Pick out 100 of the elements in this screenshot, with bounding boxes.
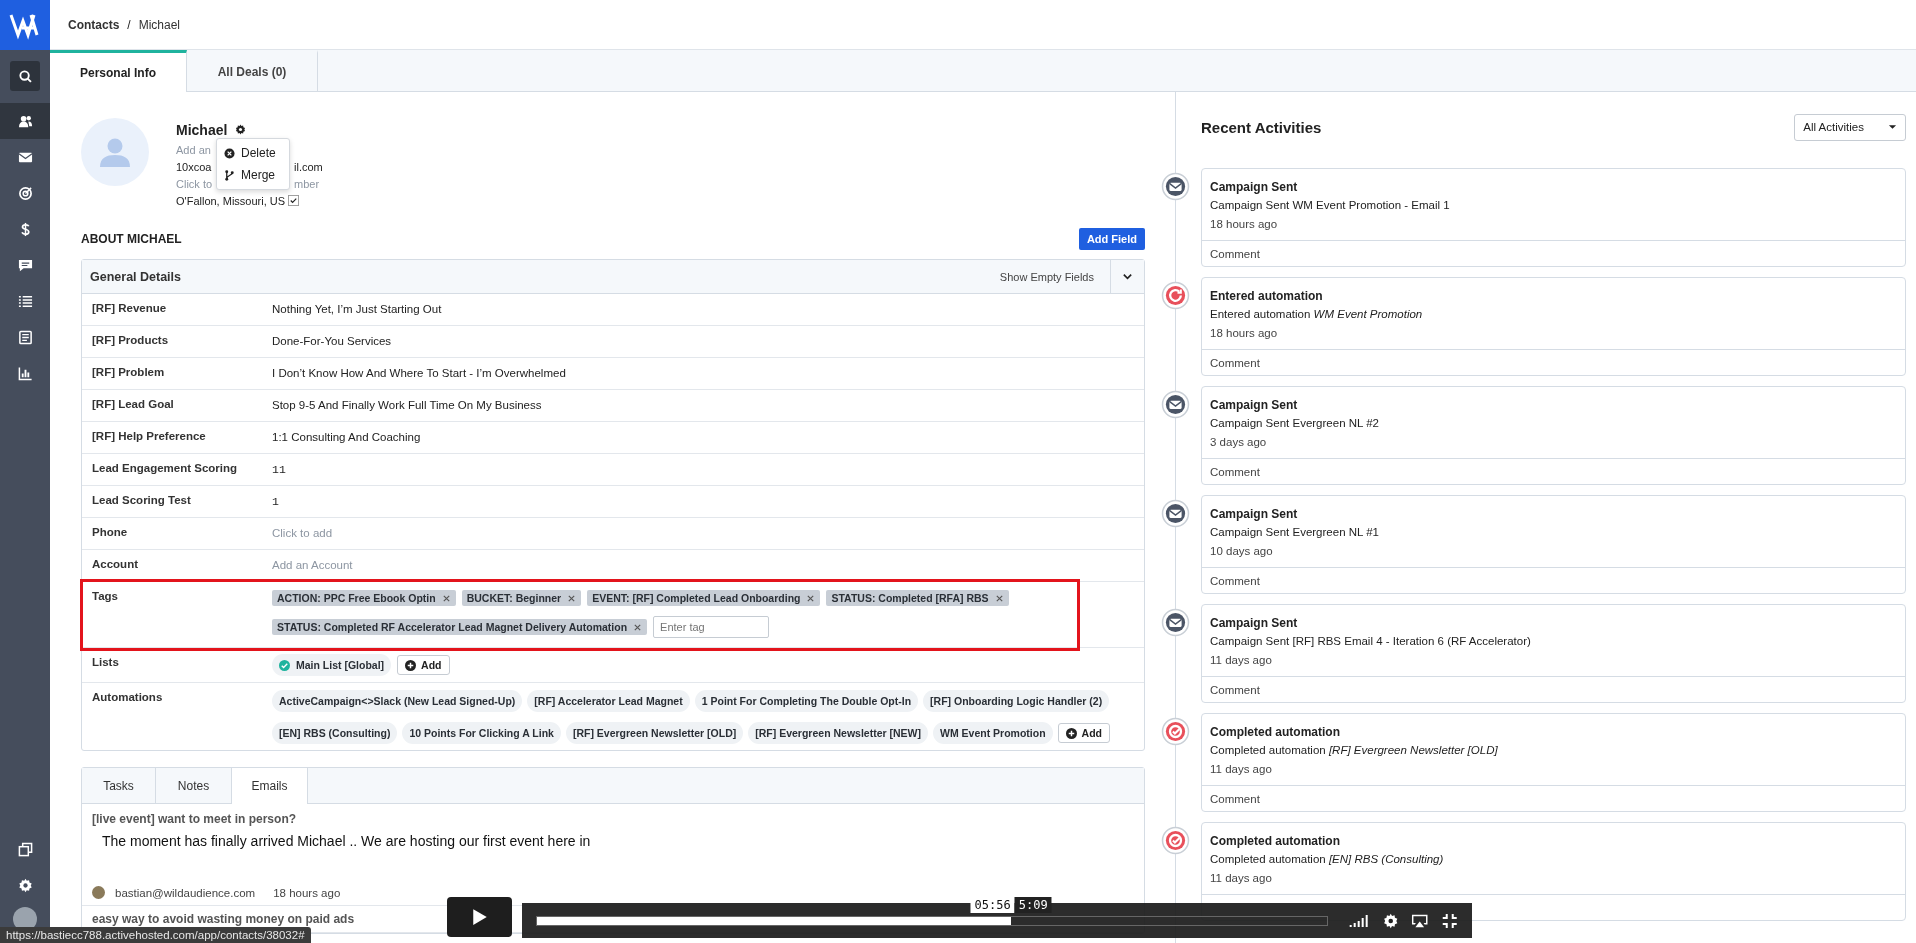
- exit-fullscreen-icon[interactable]: [1440, 912, 1458, 929]
- section-heading: ABOUT MICHAEL: [81, 232, 182, 246]
- comment-link[interactable]: Comment: [1210, 574, 1260, 587]
- comment-link[interactable]: Comment: [1210, 792, 1260, 805]
- automation-chip: WM Event Promotion: [933, 722, 1053, 744]
- remove-icon[interactable]: [994, 593, 1004, 603]
- tab[interactable]: Personal Info: [50, 50, 187, 92]
- windows-icon: [17, 841, 33, 857]
- airplay-icon[interactable]: [1411, 912, 1429, 929]
- chevron-down-icon: [1122, 271, 1133, 282]
- field-label: [RF] Lead Goal: [91, 397, 175, 412]
- activity-text: Campaign Sent [RF] RBS Email 4 - Iteration 6 (RF Accelerator): [1209, 634, 1532, 649]
- activity-title: Campaign Sent: [1209, 179, 1299, 196]
- timestamp: 18 hours ago: [1209, 326, 1279, 341]
- tag-label: ACTION: PPC Free Ebook Optin: [277, 592, 436, 604]
- field-value: 11: [272, 463, 286, 476]
- automation-done-icon: [1161, 717, 1190, 746]
- breadcrumb-link[interactable]: Contacts: [68, 17, 120, 32]
- contacts-icon: [17, 113, 33, 129]
- email-icon: [1161, 172, 1190, 201]
- menu-item[interactable]: Merge: [217, 164, 289, 186]
- remove-icon[interactable]: [806, 593, 816, 603]
- email-body: The moment has finally arrived Michael .. We are hosting our first event here in: [101, 832, 592, 851]
- refresh-icon: [1161, 281, 1190, 310]
- delete-icon: [224, 147, 235, 159]
- field-label: Tags: [91, 589, 119, 604]
- email-text: il.com: [294, 160, 323, 173]
- add-button[interactable]: Add: [397, 655, 450, 675]
- author-email: bastian@wildaudience.com: [115, 886, 256, 899]
- remove-icon[interactable]: [633, 622, 643, 632]
- tab[interactable]: Tasks: [82, 768, 156, 803]
- sidebar-contacts-button[interactable]: [0, 103, 50, 139]
- email-text: 10xcoa: [176, 160, 213, 173]
- remove-icon[interactable]: [567, 593, 577, 603]
- menu-item[interactable]: Delete: [217, 142, 289, 164]
- tag-input-field[interactable]: Enter tag: [653, 616, 770, 638]
- automation-done-icon: [1161, 826, 1190, 855]
- tab[interactable]: All Deals (0): [187, 50, 318, 91]
- tab[interactable]: Emails: [232, 768, 308, 804]
- activity-text: Entered automation WM Event Promotion: [1209, 307, 1424, 322]
- field-label: [RF] Problem: [91, 365, 166, 380]
- timestamp: 3 days ago: [1209, 435, 1268, 450]
- automation-chip: [RF] Accelerator Lead Magnet: [527, 690, 690, 712]
- checkbox-icon: [288, 195, 300, 206]
- automation-chip: ActiveCampaign<>Slack (New Lead Signed-Up): [272, 690, 523, 712]
- comment-link[interactable]: Comment: [1210, 247, 1260, 260]
- tag-label: EVENT: [RF] Completed Lead Onboarding: [592, 592, 801, 604]
- activity-text: Completed automation [EN] RBS (Consulting): [1209, 852, 1445, 867]
- settings-icon[interactable]: [235, 124, 247, 135]
- remove-icon[interactable]: [441, 593, 451, 603]
- settings-icon[interactable]: [1381, 912, 1400, 929]
- comment-link[interactable]: Comment: [1210, 465, 1260, 478]
- location-text: O'Fallon, Missouri, US: [176, 194, 286, 207]
- timestamp: 11 days ago: [1209, 762, 1273, 777]
- field-label: Account: [91, 557, 139, 572]
- email-icon: [1161, 499, 1190, 528]
- activity-text: Completed automation [RF] Evergreen Newsletter [OLD]: [1209, 743, 1499, 758]
- comment-link[interactable]: Comment: [1210, 683, 1260, 696]
- sidebar-search-button[interactable]: [10, 61, 40, 91]
- app-logo-icon: [0, 0, 50, 50]
- email-subject[interactable]: [live event] want to meet in person?: [92, 813, 297, 826]
- list-name: Main List [Global]: [296, 659, 385, 671]
- comment-link[interactable]: Comment: [1210, 356, 1260, 369]
- field-value: 1:1 Consulting And Coaching: [272, 431, 421, 443]
- tag-label: BUCKET: Beginner: [466, 592, 562, 604]
- tag-label: STATUS: Completed RF Accelerator Lead Magnet Delivery Automation: [277, 621, 628, 633]
- timestamp: 11 days ago: [1209, 653, 1273, 668]
- email-subject[interactable]: easy way to avoid wasting money on paid ads: [92, 913, 355, 926]
- add-field-button[interactable]: Add Field: [1078, 228, 1145, 250]
- chat-icon: [17, 257, 33, 273]
- field-value: I Don’t Know How And Where To Start - I’m Overwhelmed: [272, 367, 566, 379]
- email-icon: [1161, 608, 1190, 637]
- play-icon: [470, 908, 489, 926]
- search-icon: [17, 68, 33, 84]
- activity-title: Campaign Sent: [1209, 506, 1299, 523]
- automation-chip: [RF] Evergreen Newsletter [NEW]: [748, 722, 928, 744]
- author-avatar: [92, 886, 105, 899]
- activity-title: Campaign Sent: [1209, 397, 1299, 414]
- breadcrumb-separator: /: [127, 17, 131, 32]
- activity-text: Campaign Sent WM Event Promotion - Email 1: [1209, 198, 1451, 213]
- activity-title: Completed automation: [1209, 833, 1341, 850]
- automation-chip: [RF] Onboarding Logic Handler (2): [923, 690, 1110, 712]
- duration-time: 5:09: [1014, 896, 1052, 913]
- activity-filter-dropdown[interactable]: All Activities: [1794, 113, 1906, 141]
- activity-title: Completed automation: [1209, 724, 1341, 741]
- timestamp: 18 hours ago: [1209, 217, 1279, 232]
- add-button[interactable]: Add: [1057, 723, 1110, 743]
- field-label: [RF] Revenue: [91, 301, 168, 316]
- volume-icon[interactable]: [1348, 912, 1370, 929]
- show-empty-fields-link[interactable]: Show Empty Fields: [999, 270, 1110, 283]
- field-value: 1: [272, 495, 279, 508]
- timestamp: 10 days ago: [1209, 544, 1274, 559]
- activity-title: Entered automation: [1209, 288, 1324, 305]
- automation-chip: 1 Point For Completing The Double Opt-In: [694, 690, 919, 712]
- field-label: Phone: [91, 525, 129, 540]
- list-icon: [17, 293, 33, 309]
- activity-text: Campaign Sent Evergreen NL #1: [1209, 525, 1380, 540]
- field-value: Done-For-You Services: [272, 335, 392, 347]
- field-value: Stop 9-5 And Finally Work Full Time On My Business: [272, 399, 542, 411]
- play-button[interactable]: [447, 897, 512, 937]
